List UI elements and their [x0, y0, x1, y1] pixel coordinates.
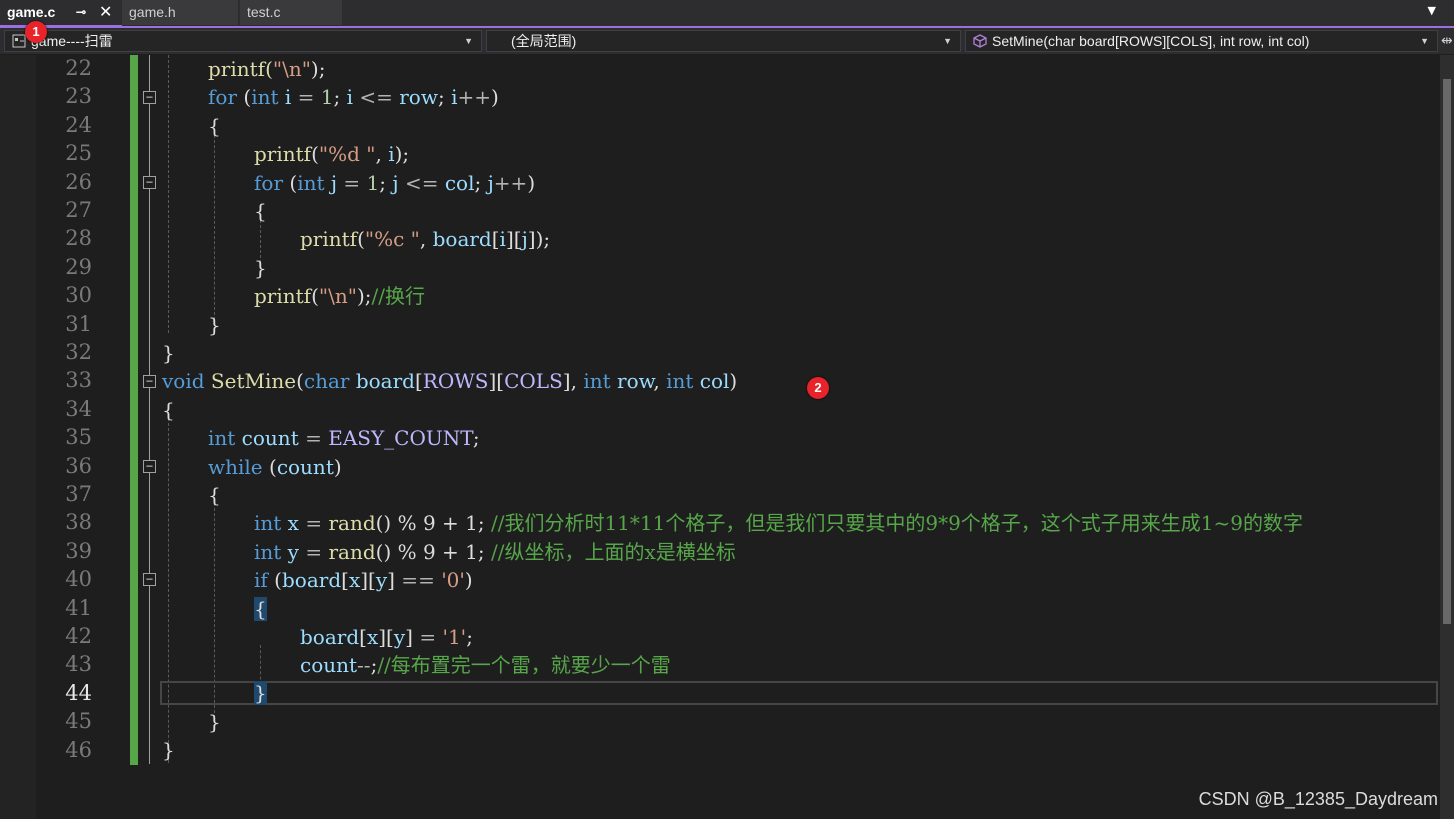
chevron-down-icon: ▼ [943, 36, 952, 46]
code-line: printf("%d ", i); [254, 142, 410, 166]
line-number: 23 [65, 84, 92, 108]
document-tab-strip: game.c ⊸ ✕ game.h test.c ▼ [0, 0, 1454, 27]
code-line: { [162, 398, 175, 422]
line-number: 36 [65, 454, 92, 478]
code-line: } [254, 681, 267, 705]
collapse-if-icon[interactable]: − [143, 573, 156, 586]
line-number: 33 [65, 368, 92, 392]
code-line: } [208, 710, 221, 734]
current-line-highlight [160, 681, 1438, 705]
line-number: 24 [65, 113, 92, 137]
code-line: int y = rand() % 9 + 1; //纵坐标，上面的x是横坐标 [254, 540, 736, 564]
fold-line [149, 55, 150, 91]
line-number: 31 [65, 312, 92, 336]
code-line: } [162, 341, 175, 365]
code-line: { [208, 483, 221, 507]
code-line: count--;//每布置完一个雷，就要少一个雷 [300, 653, 671, 677]
tab-game-c[interactable]: game.c ⊸ ✕ [0, 0, 122, 27]
fold-line [149, 473, 150, 573]
line-number: 39 [65, 539, 92, 563]
fold-line [149, 104, 150, 176]
indent-guide [168, 418, 169, 763]
code-line: for (int i = 1; i <= row; i++) [208, 85, 499, 109]
close-icon[interactable]: ✕ [99, 0, 112, 25]
code-line: { [208, 114, 221, 138]
line-number: 22 [65, 56, 92, 80]
code-line: } [254, 256, 267, 280]
line-number: 30 [65, 283, 92, 307]
code-line: int count = EASY_COUNT; [208, 426, 480, 450]
chevron-down-icon: ▼ [1420, 36, 1429, 46]
line-number: 28 [65, 226, 92, 250]
vertical-scrollbar[interactable] [1440, 55, 1454, 819]
line-number: 32 [65, 340, 92, 364]
line-number: 40 [65, 567, 92, 591]
tab-overflow-dropdown-icon[interactable]: ▼ [1428, 4, 1436, 17]
line-number: 42 [65, 624, 92, 648]
indicator-margin [0, 55, 36, 819]
tab-game-h[interactable]: game.h [122, 0, 238, 25]
code-line: board[x][y] = '1'; [300, 625, 473, 649]
method-cube-icon [973, 34, 987, 48]
watermark: CSDN @B_12385_Daydream [1198, 789, 1438, 809]
tab-test-c[interactable]: test.c [240, 0, 342, 25]
collapse-for-icon[interactable]: − [143, 176, 156, 189]
code-line: printf("%c ", board[i][j]); [300, 227, 551, 251]
collapse-for-icon[interactable]: − [143, 91, 156, 104]
annotation-badge: 2 [807, 377, 829, 399]
member-dropdown[interactable]: SetMine(char board[ROWS][COLS], int row,… [965, 30, 1438, 52]
code-line: void SetMine(char board[ROWS][COLS], int… [162, 369, 738, 393]
scope-label: (全局范围) [511, 33, 577, 49]
project-icon [12, 34, 26, 48]
code-line: { [254, 597, 267, 621]
line-number: 41 [65, 596, 92, 620]
tab-label: test.c [247, 4, 281, 20]
annotation-badge: 1 [25, 21, 47, 43]
chevron-down-icon: ▼ [464, 36, 473, 46]
line-number: 37 [65, 482, 92, 506]
indent-guide [214, 135, 215, 325]
line-number: 29 [65, 255, 92, 279]
collapse-while-icon[interactable]: − [143, 460, 156, 473]
member-label: SetMine(char board[ROWS][COLS], int row,… [992, 33, 1310, 49]
line-number: 26 [65, 170, 92, 194]
project-dropdown[interactable]: game----扫雷 ▼ [4, 30, 482, 52]
indent-guide [168, 55, 169, 333]
change-tracking-bar [130, 55, 138, 765]
split-window-icon[interactable]: ⇹ [1441, 33, 1453, 49]
scope-dropdown[interactable]: (全局范围) ▼ [486, 30, 961, 52]
line-number: 34 [65, 397, 92, 421]
line-number: 27 [65, 198, 92, 222]
line-number: 45 [65, 709, 92, 733]
line-number: 38 [65, 510, 92, 534]
line-number: 44 [65, 681, 92, 705]
fold-line [149, 586, 150, 764]
code-editor[interactable]: 22 23 24 25 26 27 28 29 30 31 32 33 34 35 36 37 38 39 40 41… [0, 55, 1440, 819]
line-number: 46 [65, 738, 92, 762]
code-line: while (count) [208, 455, 342, 479]
code-line: printf("\n"); [208, 57, 326, 81]
code-line: int x = rand() % 9 + 1; //我们分析时11*11个格子，… [254, 511, 1303, 535]
line-number: 43 [65, 652, 92, 676]
tab-label: game.h [129, 4, 176, 20]
fold-line [149, 189, 150, 375]
collapse-function-icon[interactable]: − [143, 375, 156, 388]
line-number: 25 [65, 141, 92, 165]
tab-label: game.c [7, 4, 56, 20]
code-line: printf("\n");//换行 [254, 284, 425, 308]
code-line: if (board[x][y] == '0') [254, 568, 473, 592]
pin-icon[interactable]: ⊸ [76, 0, 86, 25]
code-line: for (int j = 1; j <= col; j++) [254, 171, 536, 195]
navigation-bar: game----扫雷 ▼ (全局范围) ▼ SetMine(char board… [0, 28, 1454, 54]
code-line: } [208, 313, 221, 337]
code-line: } [162, 738, 175, 762]
fold-line [149, 388, 150, 460]
scrollbar-thumb[interactable] [1443, 79, 1451, 624]
code-line: { [254, 199, 267, 223]
line-number: 35 [65, 425, 92, 449]
